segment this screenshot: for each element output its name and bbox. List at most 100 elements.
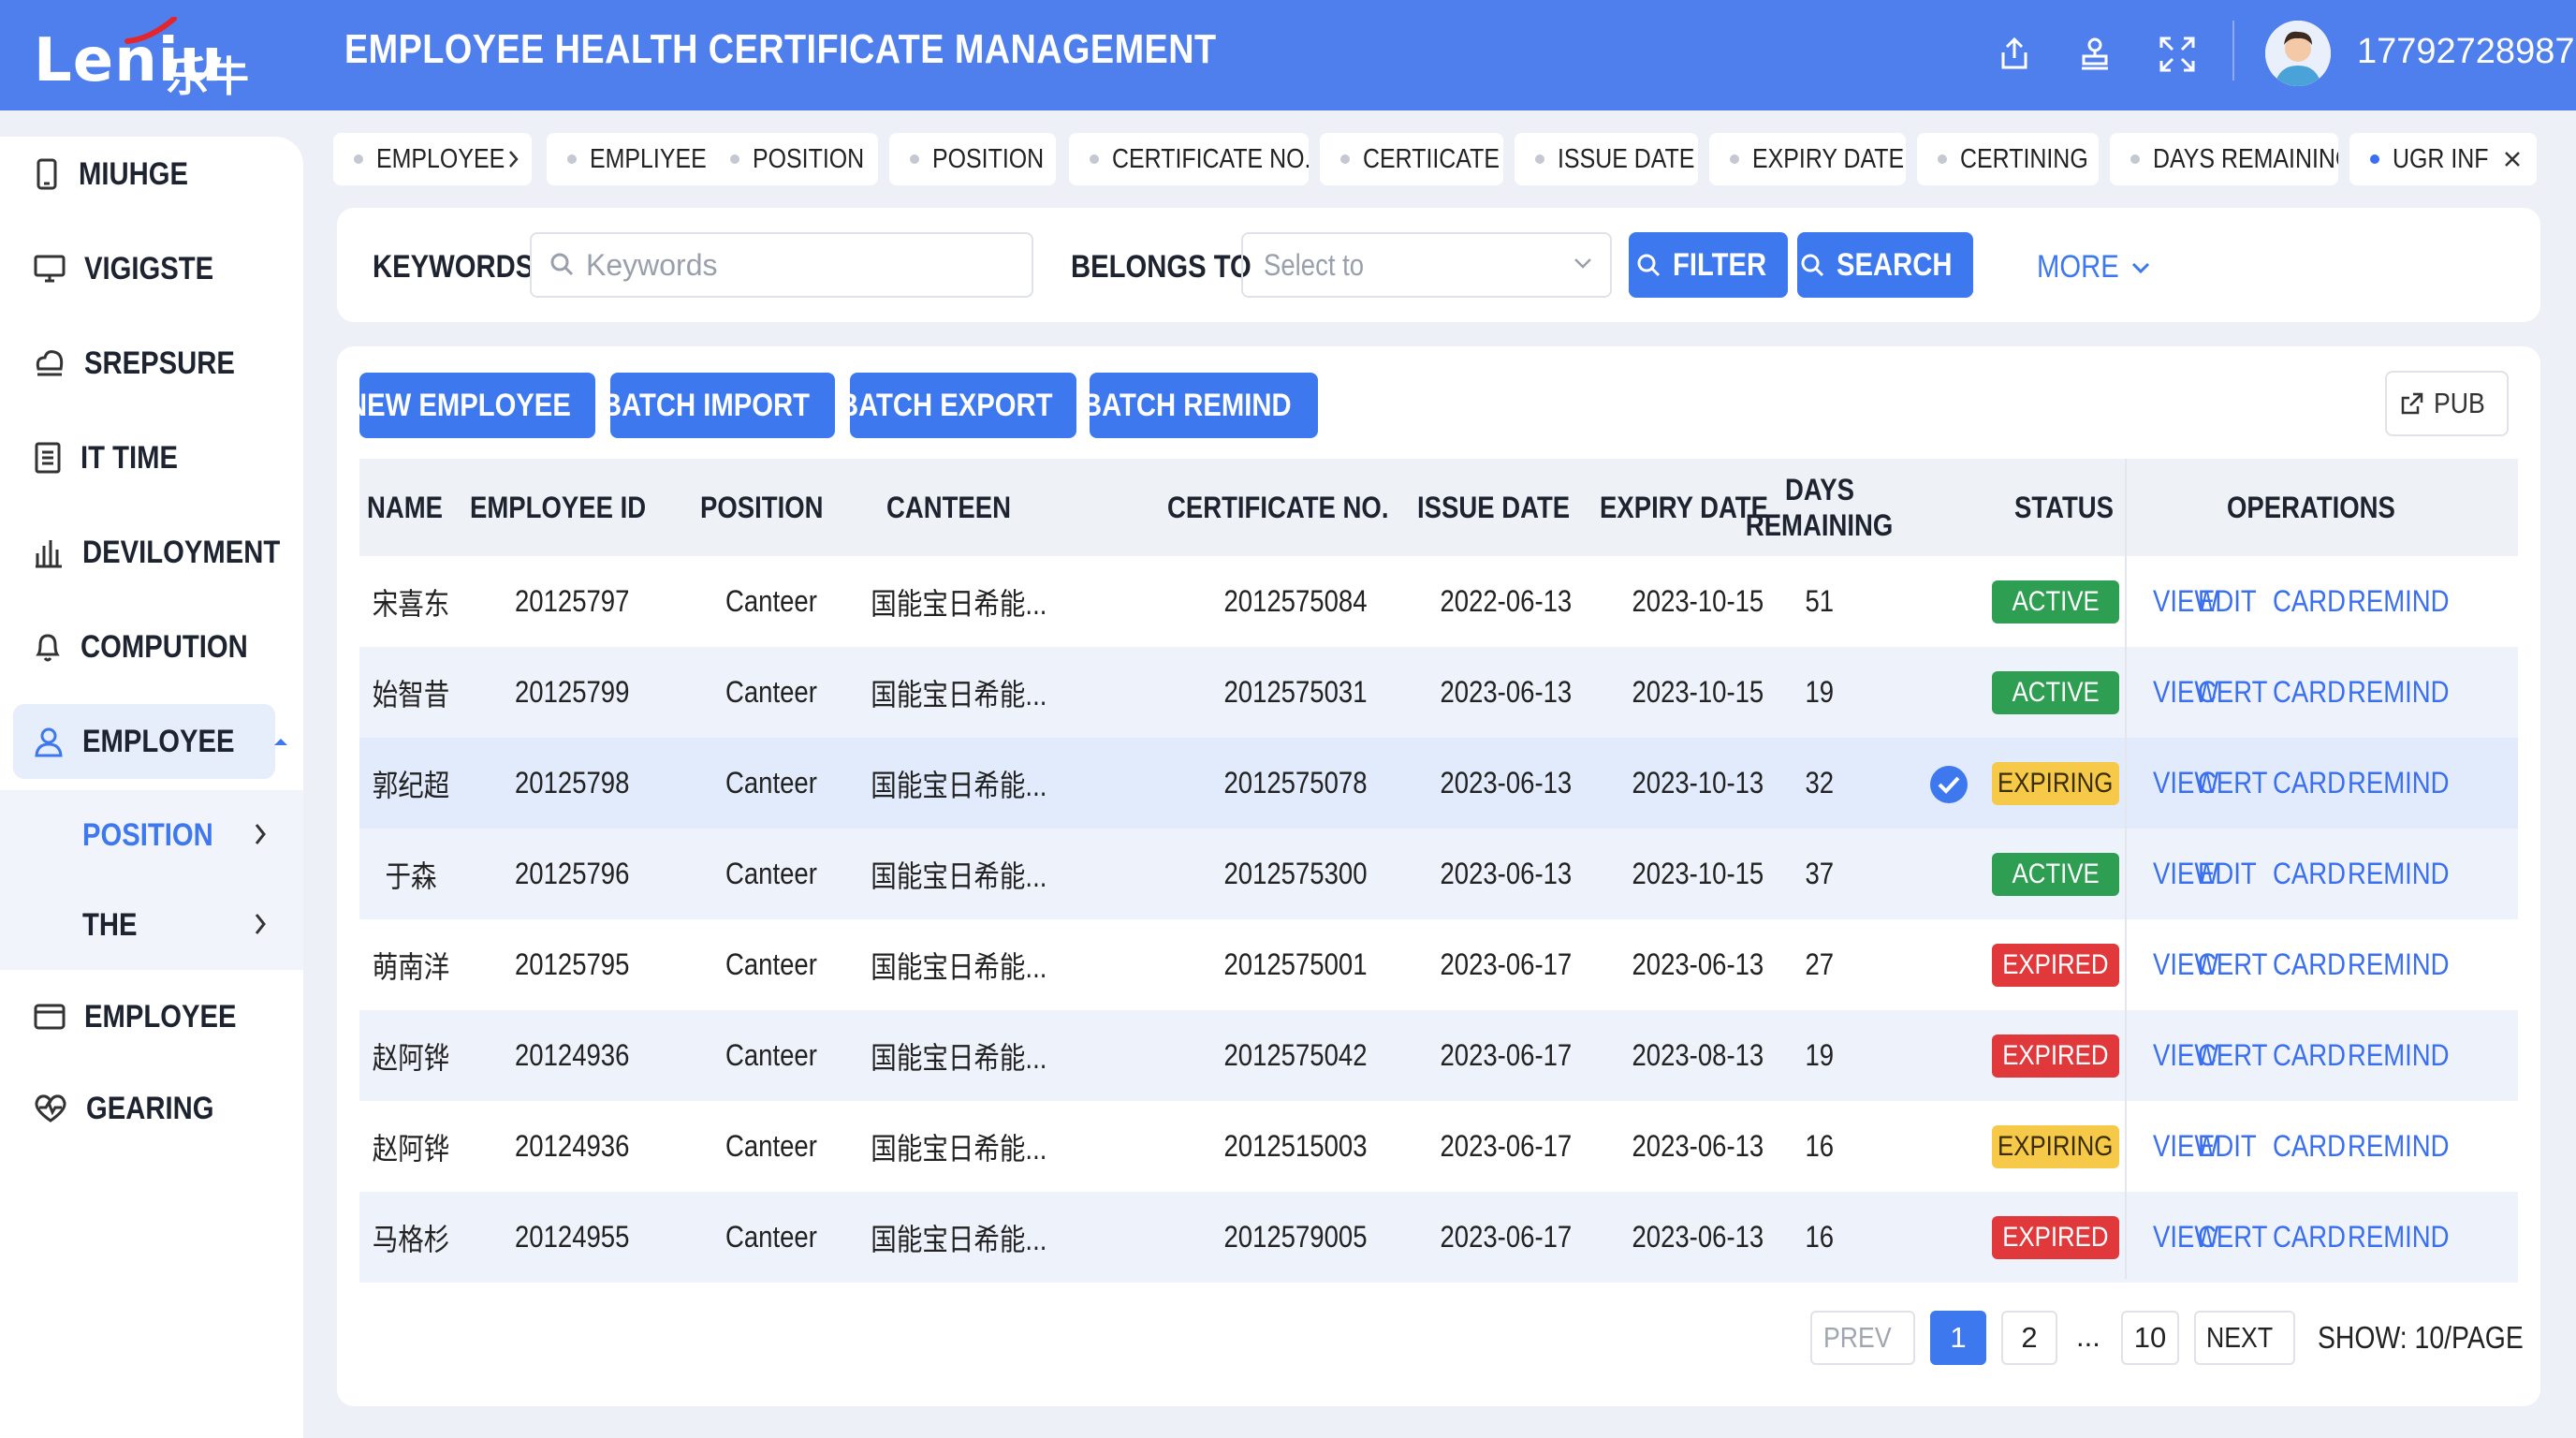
table-row[interactable]: 宋喜东 20125797 Canteer 国能宝日希能... 2012575084 202… [359,556,2518,647]
chevron-down-icon [1574,258,1591,269]
table-row[interactable]: 郭纪超 20125798 Canteer 国能宝日希能... 2012575078 202… [359,738,2518,829]
logo-cn-text: 乐牛 [167,53,249,101]
pagination-page-1[interactable]: 1 [1930,1311,1986,1365]
pub-button[interactable]: PUB [2385,371,2509,436]
row-action-edit[interactable]: EDIT [2198,1101,2266,1192]
pagination-prev[interactable]: PREV [1810,1311,1915,1365]
table-row[interactable]: 赵阿铧 20124936 Canteer 国能宝日希能... 2012515003 202… [359,1101,2518,1192]
row-action-card[interactable]: CARD [2273,738,2358,829]
close-icon[interactable] [2503,150,2522,169]
batch-import-button[interactable]: BATCH IMPORT [602,373,835,438]
row-action-cert[interactable]: CERT [2198,919,2279,1010]
stamp-icon[interactable] [2072,28,2117,81]
row-action-card[interactable]: CARD [2273,919,2358,1010]
check-circle-icon[interactable] [1928,764,1969,805]
pagination-ellipsis: ... [2076,1320,2100,1353]
tab-issue-date[interactable]: ISSUE DATE [1515,133,1698,185]
pagination-next[interactable]: NEXT [2194,1311,2295,1365]
row-action-card[interactable]: CARD [2273,829,2358,919]
row-action-remind[interactable]: REMIND [2348,829,2466,919]
row-action-cert[interactable]: CERT [2198,738,2279,829]
row-action-card[interactable]: CARD [2273,1192,2358,1283]
table-row[interactable]: 萌南洋 20125795 Canteer 国能宝日希能... 2012575001 202… [359,919,2518,1010]
row-action-cert[interactable]: CERT [2198,647,2279,738]
sidebar-item-miuhge[interactable]: MIUHGE [0,137,303,212]
sidebar-item-srepsure[interactable]: SREPSURE [0,326,303,401]
tab-days-remaining[interactable]: DAYS REMAINING [2110,133,2338,185]
row-action-remind[interactable]: REMIND [2348,1101,2466,1192]
new-employee-button[interactable]: NEW EMPLOYEE [347,373,595,438]
pagination-page-2[interactable]: 2 [2001,1311,2057,1365]
status-badge-text: EXPIRING [1998,1131,2114,1162]
search-button[interactable]: SEARCH [1797,232,1973,298]
keywords-input[interactable] [530,232,1033,298]
batch-export-button[interactable]: BATCH EXPORT [839,373,1076,438]
row-action-remind[interactable]: REMIND [2348,1010,2466,1101]
row-action-label: CARD [2273,1038,2346,1072]
sidebar-item-label: EMPLOYEE [84,998,237,1034]
belongs-to-label-text: BELONGS TO [1071,249,1251,285]
sidebar-item-employee-card[interactable]: EMPLOYEE [0,979,303,1054]
cell-canteen: 国能宝日希能... [865,1010,1052,1101]
cell-text: 国能宝日希能... [870,1040,1047,1075]
sidebar-item-gearing[interactable]: GEARING [0,1071,303,1146]
row-action-label: REMIND [2348,1129,2450,1163]
tab-certiicate[interactable]: CERTIICATE [1320,133,1503,185]
cell-text: 2012579005 [1223,1220,1368,1254]
row-action-edit[interactable]: EDIT [2198,556,2266,647]
table-row[interactable]: 始智昔 20125799 Canteer 国能宝日希能... 2012575031 202… [359,647,2518,738]
table-header: NAME EMPLOYEE ID POSITION CANTEEN CERTIF… [359,459,2518,556]
sidebar-item-it-time[interactable]: IT TIME [0,420,303,495]
tab-dot [2130,154,2140,164]
col-header-text: EMPLOYEE ID [469,491,646,524]
tab-expiry-date[interactable]: EXPIRY DATE [1709,133,1906,185]
row-action-cert[interactable]: CERT [2198,1192,2279,1283]
tab-certining[interactable]: CERTINING [1917,133,2099,185]
table-row[interactable]: 马格杉 20124955 Canteer 国能宝日希能... 2012579005 202… [359,1192,2518,1283]
cell-id: 20125795 [464,919,680,1010]
row-action-card[interactable]: CARD [2273,647,2358,738]
cell-text: 2012575084 [1223,584,1368,618]
sidebar-sub-the[interactable]: THE [0,880,303,970]
sidebar-item-vigigste[interactable]: VIGIGSTE [0,231,303,306]
filter-button[interactable]: FILTER [1629,232,1788,298]
row-action-remind[interactable]: REMIND [2348,647,2466,738]
tab-position-2[interactable]: POSITION [889,133,1056,185]
col-header-text: POSITION [699,491,824,524]
row-action-remind[interactable]: REMIND [2348,1192,2466,1283]
share-icon[interactable] [1992,28,2037,81]
keywords-label-text: KEYWORDS [373,249,534,285]
row-action-card[interactable]: CARD [2273,1010,2358,1101]
search-icon [1801,254,1824,277]
row-action-edit[interactable]: EDIT [2198,829,2266,919]
more-filters-toggle[interactable]: MORE [2037,249,2151,286]
row-action-card[interactable]: CARD [2273,1101,2358,1192]
user-avatar[interactable] [2265,21,2331,86]
tab-ugr-inf[interactable]: UGR INF [2349,133,2537,185]
belongs-to-select[interactable]: Select to [1241,232,1612,298]
table-row[interactable]: 于森 20125796 Canteer 国能宝日希能... 2012575300 2023… [359,829,2518,919]
tab-empliyee[interactable]: EMPLIYEE [547,133,723,185]
row-action-card[interactable]: CARD [2273,556,2358,647]
sidebar-sub-position[interactable]: POSITION [0,790,303,880]
row-action-cert[interactable]: CERT [2198,1010,2279,1101]
row-action-remind[interactable]: REMIND [2348,738,2466,829]
tab-certificate-no[interactable]: CERTIFICATE NO. [1069,133,1309,185]
row-action-remind[interactable]: REMIND [2348,919,2466,1010]
cell-text: 2022-06-13 [1440,584,1573,618]
cell-text: 国能宝日希能... [870,1131,1047,1166]
sidebar-item-deviloyment[interactable]: DEVILOYMENT [0,515,303,590]
sidebar-item-employee[interactable]: EMPLOYEE [13,704,287,779]
table-row[interactable]: 赵阿铧 20124936 Canteer 国能宝日希能... 2012575042 202… [359,1010,2518,1101]
row-action-label: CERT [2198,675,2268,709]
pagination-page-10[interactable]: 10 [2121,1311,2179,1365]
tab-position[interactable]: POSITION [710,133,878,185]
fullscreen-icon[interactable] [2155,28,2200,81]
filter-panel: KEYWORDS BELONGS TO Select to FILTER SEA… [337,208,2540,322]
user-phone[interactable]: 17792728987 [2357,32,2574,72]
batch-remind-button[interactable]: BATCH REMIND [1082,373,1318,438]
page-size-selector[interactable]: SHOW: 10/PAGE [2318,1320,2557,1356]
sidebar-item-compution[interactable]: COMPUTION [0,609,303,684]
row-action-remind[interactable]: REMIND [2348,556,2466,647]
tab-employee[interactable]: EMPLOYEE [333,133,532,185]
